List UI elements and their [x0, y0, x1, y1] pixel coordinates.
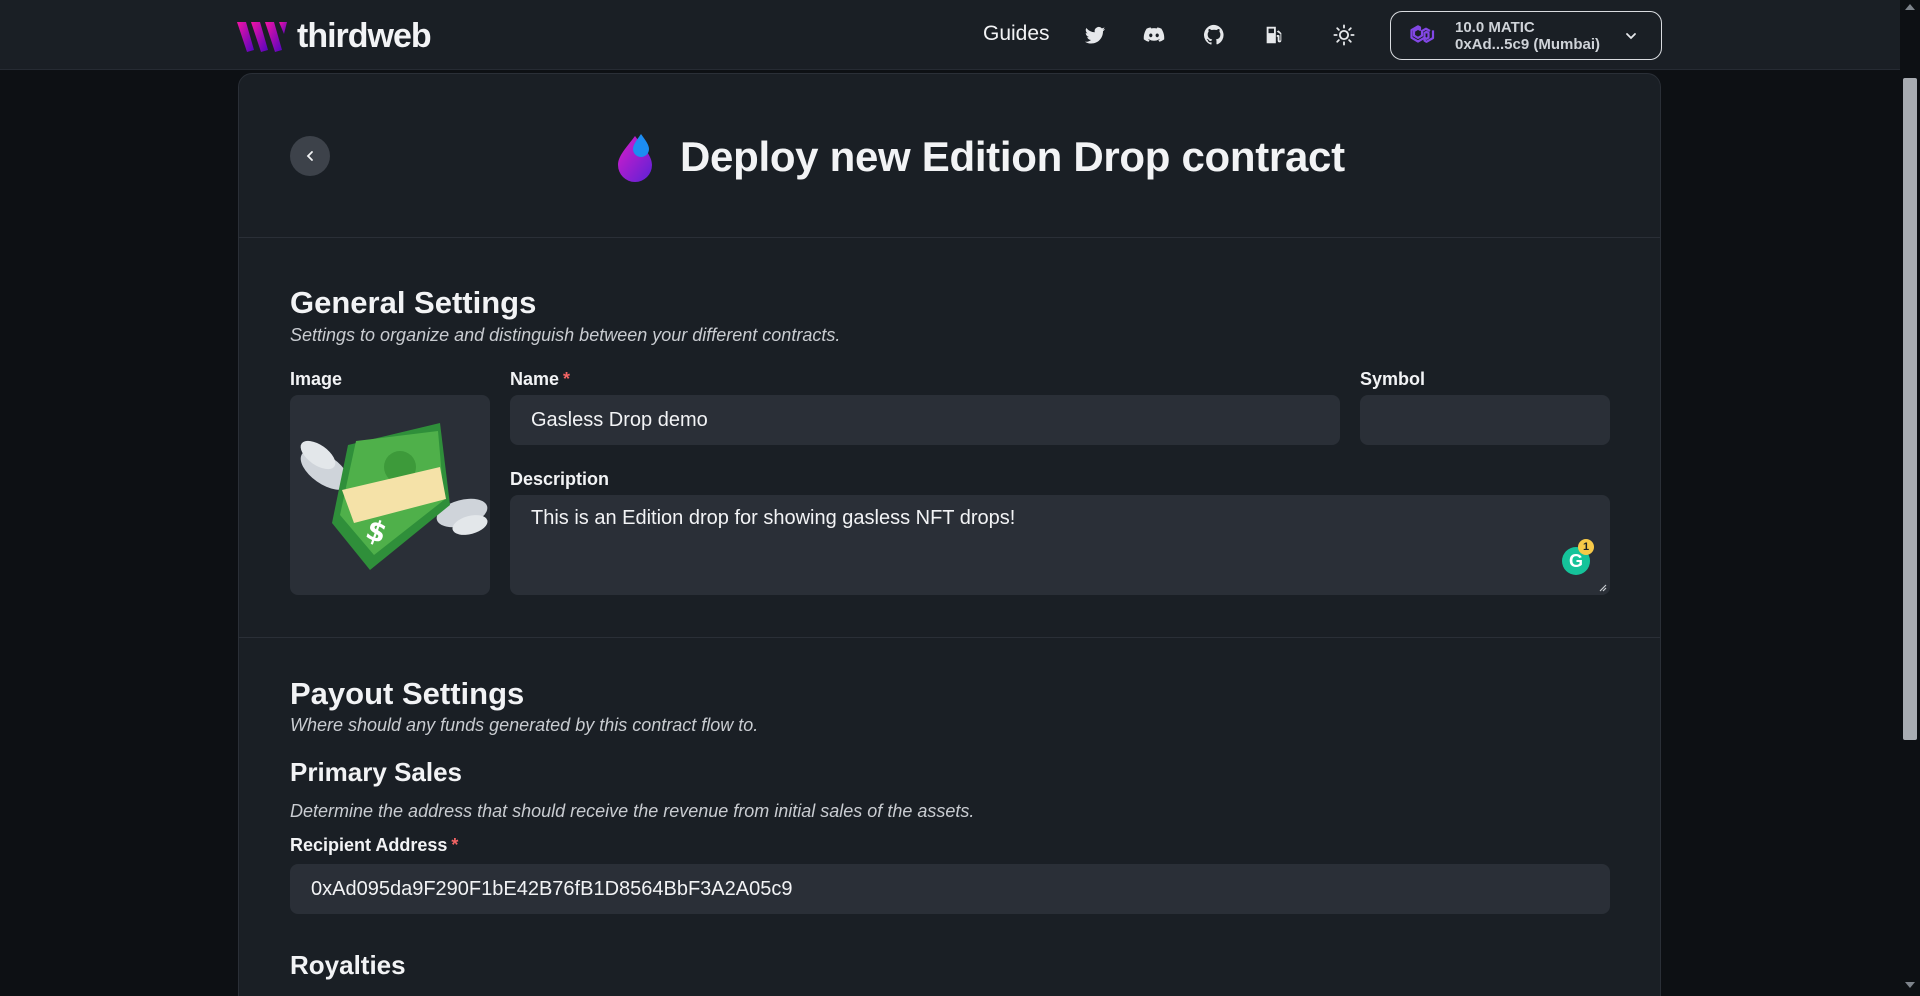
- image-upload[interactable]: $: [290, 395, 490, 595]
- name-label-wrap: Name *: [510, 369, 570, 390]
- name-required-mark: *: [563, 369, 571, 389]
- twitter-icon[interactable]: [1082, 22, 1108, 48]
- page-title: Deploy new Edition Drop contract: [680, 133, 1345, 180]
- recipient-address-input[interactable]: 0xAd095da9F290F1bE42B76fB1D8564BbF3A2A05…: [290, 864, 1610, 914]
- scrollbar-thumb[interactable]: [1903, 78, 1917, 740]
- top-navbar: thirdweb Guides 10.0 MATIC 0xAd...5c9 (M…: [0, 0, 1900, 70]
- resize-handle-icon[interactable]: [1597, 582, 1607, 592]
- chevron-down-icon: [1626, 33, 1636, 40]
- symbol-label-wrap: Symbol: [1360, 369, 1425, 390]
- primary-sales-subtitle-wrap: Determine the address that should receiv…: [290, 801, 974, 822]
- scroll-up-arrow-icon[interactable]: [1905, 4, 1915, 10]
- name-input[interactable]: Gasless Drop demo: [510, 395, 1340, 445]
- discord-icon[interactable]: [1141, 22, 1167, 48]
- nav-guides-link[interactable]: Guides: [983, 22, 1050, 46]
- github-icon[interactable]: [1201, 22, 1227, 48]
- general-settings-title: General Settings: [290, 285, 537, 320]
- image-label: Image: [290, 369, 343, 389]
- name-input-value: Gasless Drop demo: [531, 408, 708, 431]
- payout-settings-subtitle: Where should any funds generated by this…: [290, 715, 759, 735]
- recipient-address-label: Recipient Address: [290, 835, 448, 855]
- back-button[interactable]: [290, 136, 330, 176]
- payout-settings-heading-wrap: Payout Settings: [290, 676, 524, 712]
- wallet-address: 0xAd...5c9 (Mumbai): [1455, 35, 1601, 53]
- primary-sales-heading-wrap: Primary Sales: [290, 757, 462, 788]
- image-label-wrap: Image: [290, 369, 342, 390]
- payout-settings-subtitle-wrap: Where should any funds generated by this…: [290, 715, 758, 736]
- sun-icon[interactable]: [1331, 22, 1357, 48]
- grammarly-badge: 1: [1578, 539, 1594, 555]
- symbol-input[interactable]: [1360, 395, 1610, 445]
- page-scrollbar[interactable]: [1900, 0, 1920, 996]
- thirdweb-logo[interactable]: thirdweb: [237, 17, 432, 56]
- primary-sales-title: Primary Sales: [290, 757, 463, 787]
- symbol-label: Symbol: [1360, 369, 1426, 389]
- royalties-heading-wrap: Royalties: [290, 950, 406, 981]
- primary-sales-subtitle: Determine the address that should receiv…: [290, 801, 975, 821]
- polygon-icon: [1410, 24, 1435, 43]
- deploy-contract-card: Deploy new Edition Drop contract General…: [238, 73, 1661, 996]
- wallet-button[interactable]: 10.0 MATIC 0xAd...5c9 (Mumbai): [1390, 11, 1662, 60]
- general-settings-subtitle-wrap: Settings to organize and distinguish bet…: [290, 325, 840, 346]
- recipient-address-value: 0xAd095da9F290F1bE42B76fB1D8564BbF3A2A05…: [311, 877, 793, 900]
- scroll-down-arrow-icon[interactable]: [1905, 982, 1915, 988]
- wallet-balance: 10.0 MATIC: [1455, 18, 1535, 36]
- payout-settings-title: Payout Settings: [290, 676, 525, 711]
- description-label: Description: [510, 469, 610, 489]
- thirdweb-logo-icon: [237, 21, 287, 52]
- edition-drop-icon: [618, 134, 652, 182]
- royalties-title: Royalties: [290, 950, 406, 980]
- gas-station-icon[interactable]: [1261, 22, 1287, 48]
- recipient-required-mark: *: [451, 835, 459, 855]
- description-label-wrap: Description: [510, 469, 609, 490]
- section-divider: [239, 637, 1660, 638]
- description-textarea[interactable]: This is an Edition drop for showing gasl…: [510, 495, 1610, 595]
- chevron-left-icon: [306, 151, 313, 161]
- flying-money-image: $: [300, 423, 488, 570]
- name-label: Name: [510, 369, 560, 389]
- general-settings-subtitle: Settings to organize and distinguish bet…: [290, 325, 841, 345]
- brand-name: thirdweb: [297, 17, 432, 55]
- general-settings-heading-block: General Settings: [290, 285, 536, 321]
- recipient-label-wrap: Recipient Address *: [290, 835, 458, 856]
- description-textarea-value: This is an Edition drop for showing gasl…: [531, 507, 1016, 529]
- card-header: Deploy new Edition Drop contract: [239, 74, 1660, 238]
